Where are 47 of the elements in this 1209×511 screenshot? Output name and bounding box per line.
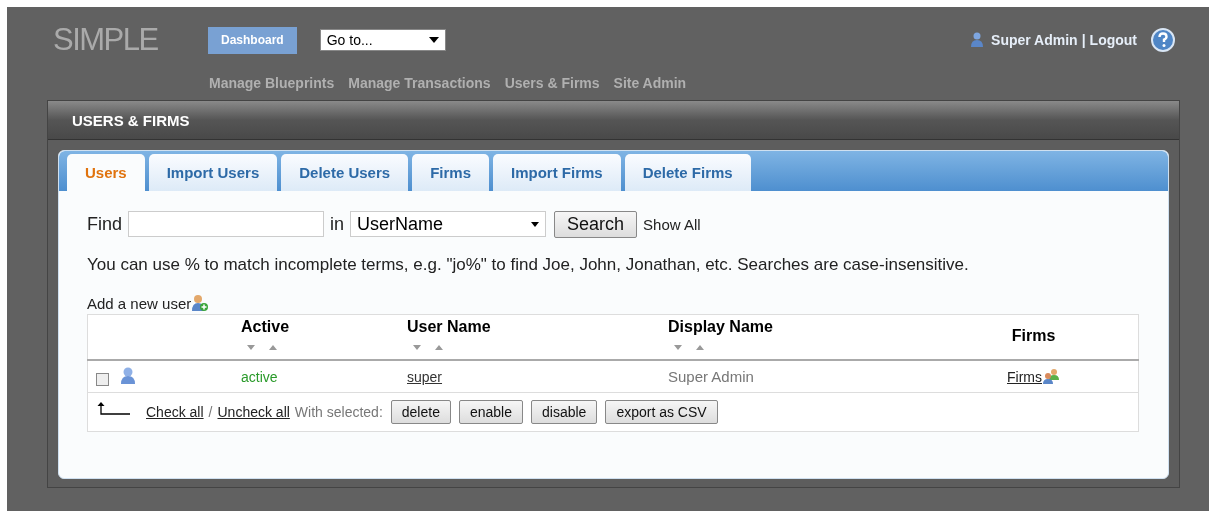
column-header[interactable]: Active — [241, 318, 290, 336]
status-text: active — [241, 368, 278, 385]
logout-link[interactable]: Logout — [1089, 32, 1137, 48]
action-button[interactable]: export as CSV — [605, 400, 718, 424]
slash-separator: / — [208, 404, 213, 420]
user-icon — [971, 32, 984, 48]
tab[interactable]: Delete Firms — [624, 154, 751, 191]
search-button[interactable]: Search — [554, 210, 638, 238]
help-icon[interactable] — [1151, 28, 1175, 52]
search-field[interactable] — [128, 211, 324, 237]
goto-select[interactable]: Go to... — [319, 29, 446, 51]
display-name: Super Admin — [668, 367, 754, 385]
add-user-link[interactable]: Add a new user — [87, 295, 192, 312]
action-button[interactable]: disable — [531, 400, 598, 424]
sort-icon[interactable] — [411, 343, 445, 351]
separator: | — [1081, 32, 1086, 48]
tab[interactable]: Firms — [412, 154, 489, 191]
row-checkbox[interactable] — [96, 372, 109, 386]
user-name: Super Admin — [991, 32, 1078, 48]
field-select[interactable]: UserName — [350, 211, 547, 237]
dropdown-caret-icon — [531, 221, 540, 227]
users-icon[interactable] — [1042, 367, 1060, 384]
column-header[interactable]: Display Name — [668, 318, 773, 336]
add-user-icon[interactable] — [191, 294, 210, 312]
tab[interactable]: Delete Users — [281, 154, 409, 191]
hint-text: You can use % to match incomplete terms, e.g. "jo%" to find Joe, John, Jonathan, etc. Searches are case-insensitive. — [87, 255, 970, 275]
corner-arrow-icon — [97, 402, 131, 416]
panel-title: USERS & FIRMS — [72, 111, 190, 129]
action-button[interactable]: delete — [390, 400, 451, 424]
sort-icon[interactable] — [672, 343, 706, 351]
check-all-link[interactable]: Check all — [146, 404, 204, 420]
find-label: Find — [87, 213, 122, 235]
tab[interactable]: Import Users — [148, 154, 278, 191]
show-all-link[interactable]: Show All — [643, 215, 701, 233]
in-label: in — [330, 213, 345, 235]
firms-link[interactable]: Firms — [1007, 368, 1042, 385]
user-icon — [121, 367, 135, 386]
action-button[interactable]: enable — [458, 400, 523, 424]
sort-icon[interactable] — [245, 343, 279, 351]
dropdown-caret-icon — [428, 37, 439, 43]
tab[interactable]: Import Firms — [493, 154, 621, 191]
with-selected-label: With selected: — [294, 404, 383, 420]
user-name-link[interactable]: super — [407, 368, 443, 385]
logo: SIMPLE — [53, 22, 159, 58]
column-header[interactable]: User Name — [407, 318, 491, 336]
column-header[interactable]: Firms — [1011, 327, 1056, 346]
uncheck-all-link[interactable]: Uncheck all — [217, 404, 290, 420]
